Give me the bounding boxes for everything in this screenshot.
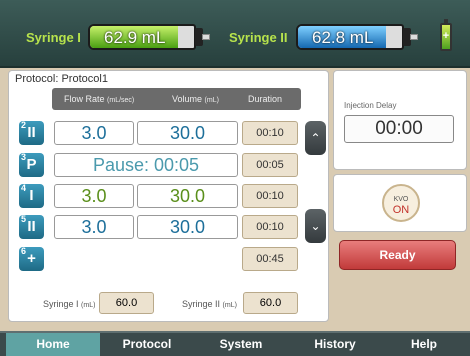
step-6-number: 6 bbox=[21, 246, 27, 256]
kvo-label: KVO bbox=[393, 196, 409, 203]
syringe1-total: 60.0 bbox=[99, 292, 154, 314]
flow-rate-header: Flow Rate (mL/sec) bbox=[64, 94, 134, 104]
step-2-button[interactable]: 2 II bbox=[19, 120, 44, 145]
step-3-duration: 00:05 bbox=[242, 153, 298, 177]
step-2-volume[interactable]: 30.0 bbox=[137, 121, 238, 145]
step-6-type: + bbox=[27, 250, 36, 267]
chevron-down-icon[interactable]: ⌄ bbox=[305, 209, 326, 243]
injection-delay-panel: Injection Delay 00:00 bbox=[333, 70, 467, 170]
protocol-table-header: Flow Rate (mL/sec) Volume (mL) Duration bbox=[52, 88, 301, 110]
step-4-duration: 00:10 bbox=[242, 184, 298, 208]
step-3-pause[interactable]: Pause: 00:05 bbox=[54, 153, 238, 177]
syringe2-tip bbox=[410, 34, 418, 40]
syringe2-gauge[interactable]: 62.8 mL bbox=[296, 24, 404, 50]
total-duration: 00:45 bbox=[242, 247, 298, 271]
syringe1-gauge[interactable]: 62.9 mL bbox=[88, 24, 196, 50]
syringe2-total-label: Syringe II (mL) bbox=[182, 299, 237, 309]
syringe2-total-label-text: Syringe II bbox=[182, 299, 221, 309]
step-2-type: II bbox=[27, 124, 36, 141]
syringe2-label: Syringe II bbox=[229, 30, 288, 45]
kvo-button[interactable]: KVO ON bbox=[382, 184, 420, 222]
kvo-panel: KVO ON bbox=[333, 174, 467, 232]
step-3-number: 3 bbox=[21, 152, 27, 162]
flow-rate-unit: (mL/sec) bbox=[107, 97, 135, 104]
kvo-state: ON bbox=[392, 204, 410, 216]
step-5-duration: 00:10 bbox=[242, 215, 298, 239]
step-5-type: II bbox=[27, 218, 36, 235]
step-2-duration: 00:10 bbox=[242, 121, 298, 145]
flow-rate-header-text: Flow Rate bbox=[64, 94, 105, 104]
step-5-volume[interactable]: 30.0 bbox=[137, 215, 238, 239]
step-2-flow-rate[interactable]: 3.0 bbox=[54, 121, 134, 145]
syringe2-total-unit: (mL) bbox=[222, 302, 237, 309]
tab-help[interactable]: Help bbox=[382, 333, 466, 356]
tab-protocol[interactable]: Protocol bbox=[100, 333, 194, 356]
step-5-flow-rate[interactable]: 3.0 bbox=[54, 215, 134, 239]
volume-header: Volume (mL) bbox=[172, 94, 219, 104]
bottom-tab-bar: Home Protocol System History Help bbox=[0, 331, 470, 356]
syringe2-volume: 62.8 mL bbox=[312, 28, 374, 47]
volume-header-text: Volume bbox=[172, 94, 203, 104]
chevron-up-icon[interactable]: ⌃ bbox=[305, 121, 326, 155]
syringe1-label: Syringe I bbox=[26, 30, 81, 45]
step-3-type: P bbox=[26, 156, 37, 173]
syringe2-total: 60.0 bbox=[243, 292, 298, 314]
step-5-button[interactable]: 5 II bbox=[19, 214, 44, 239]
ready-button[interactable]: Ready bbox=[339, 240, 456, 270]
step-6-add-button[interactable]: 6 + bbox=[19, 246, 44, 271]
step-4-type: I bbox=[29, 187, 34, 204]
step-4-button[interactable]: 4I bbox=[19, 183, 44, 208]
volume-unit: (mL) bbox=[204, 97, 219, 104]
status-bar: Syringe I 62.9 mL Syringe II 62.8 mL + bbox=[0, 0, 470, 68]
injection-delay-label: Injection Delay bbox=[344, 101, 397, 110]
step-4-volume[interactable]: 30.0 bbox=[137, 184, 238, 208]
step-4-flow-rate[interactable]: 3.0 bbox=[54, 184, 134, 208]
step-5-number: 5 bbox=[21, 214, 27, 224]
injection-delay-field[interactable]: 00:00 bbox=[344, 115, 454, 143]
step-4-number: 4 bbox=[21, 183, 27, 193]
duration-header: Duration bbox=[248, 94, 283, 104]
tab-history[interactable]: History bbox=[288, 333, 382, 356]
syringe1-tip bbox=[202, 34, 210, 40]
step-3-button[interactable]: 3P bbox=[19, 152, 44, 177]
step-2-number: 2 bbox=[21, 120, 27, 130]
syringe1-total-label: Syringe I (mL) bbox=[43, 299, 95, 309]
syringe1-total-label-text: Syringe I bbox=[43, 299, 79, 309]
syringe1-total-unit: (mL) bbox=[81, 302, 96, 309]
protocol-panel: Protocol: Protocol1 Flow Rate (mL/sec) V… bbox=[8, 70, 329, 322]
tab-home[interactable]: Home bbox=[6, 333, 100, 356]
tab-system[interactable]: System bbox=[194, 333, 288, 356]
battery-icon: + bbox=[440, 19, 452, 51]
syringe1-volume: 62.9 mL bbox=[104, 28, 166, 47]
battery-glyph: + bbox=[442, 30, 450, 42]
protocol-title: Protocol: Protocol1 bbox=[15, 73, 108, 85]
